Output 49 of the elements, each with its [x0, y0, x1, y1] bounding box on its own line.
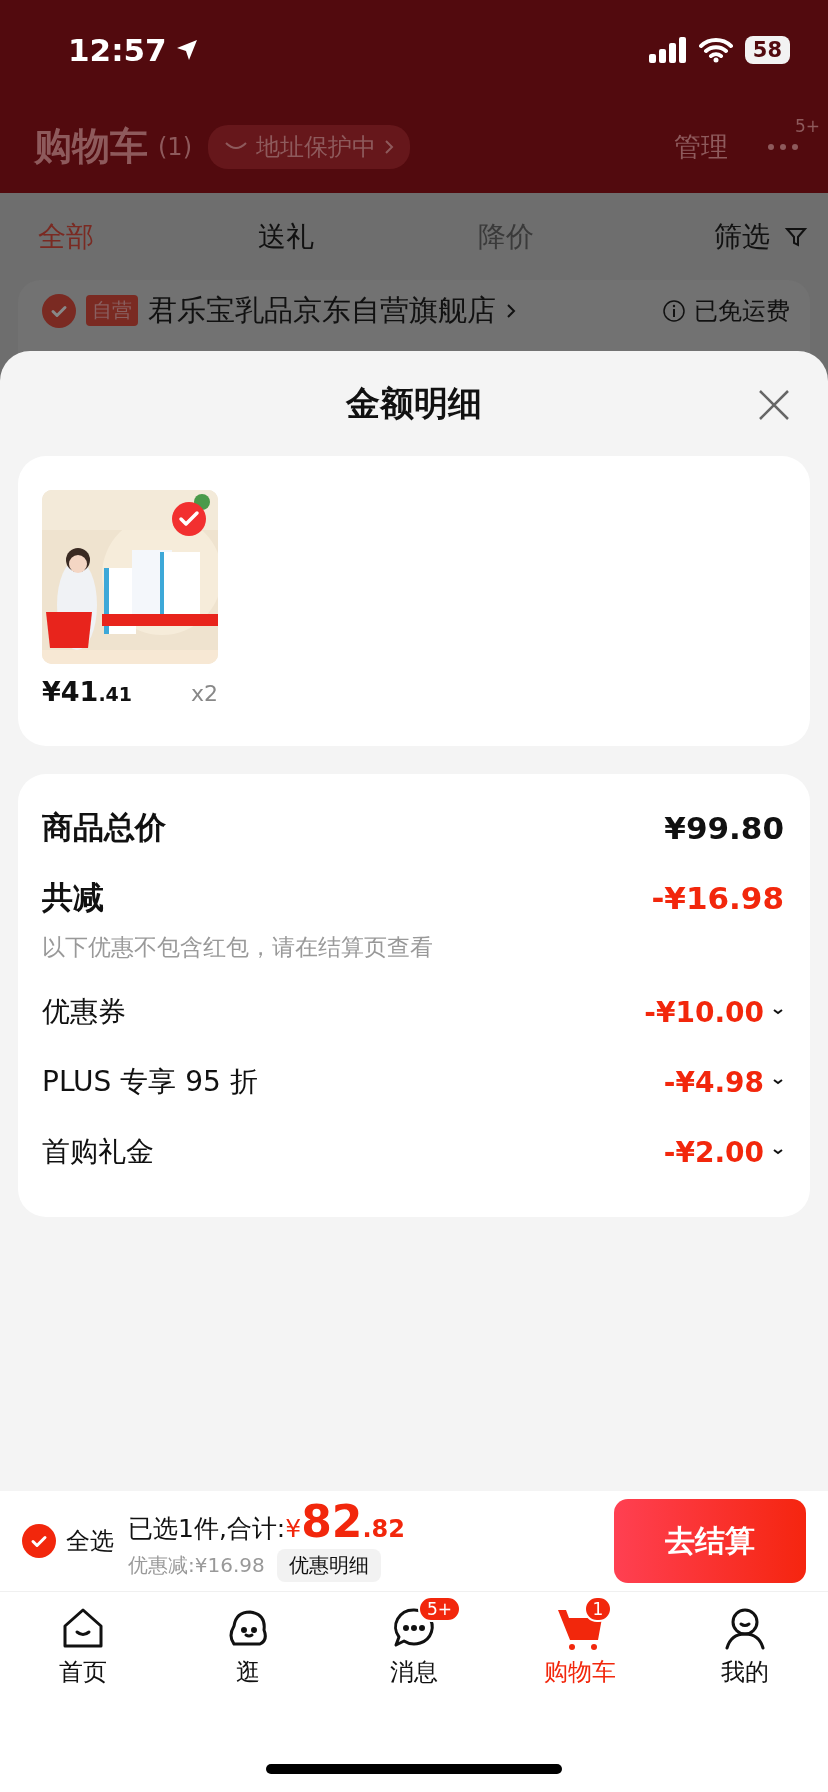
select-all-label: 全选	[66, 1526, 114, 1557]
discount-detail-button[interactable]: 优惠明细	[276, 1549, 381, 1582]
cart-count: (1)	[158, 132, 192, 161]
chevron-right-icon	[506, 302, 516, 319]
discount-note: 以下优惠不包含红包，请在结算页查看	[42, 933, 434, 962]
shipping-info: 已免运费	[662, 294, 790, 327]
sheet-title: 金额明细	[346, 381, 482, 425]
nav-tab[interactable]: 我的	[662, 1592, 828, 1702]
discount-amount[interactable]: -¥10.00	[644, 995, 784, 1029]
status-time: 12:57	[68, 32, 199, 68]
summary-label: 商品总价	[42, 808, 166, 847]
select-all-checkbox[interactable]	[22, 1524, 56, 1558]
notification-badge: 5+	[418, 1596, 462, 1622]
more-count-label: 5+	[794, 115, 820, 136]
wifi-icon	[698, 37, 733, 63]
self-operated-tag: 自营	[86, 295, 138, 326]
discount-total: 优惠减:¥16.98	[128, 1552, 265, 1579]
product-price: ¥41.41	[42, 676, 133, 707]
reduction-amount: -¥16.98	[651, 880, 784, 916]
store-name[interactable]: 君乐宝乳品京东自营旗舰店	[148, 290, 496, 331]
nav-tab[interactable]: 首页	[0, 1592, 166, 1702]
info-icon	[662, 298, 686, 323]
total-price: ¥99.80	[664, 810, 784, 846]
filter-button[interactable]: 筛选	[714, 217, 808, 256]
nav-tab[interactable]: 逛	[165, 1592, 332, 1702]
nav-tab[interactable]: 5+ 消息	[331, 1592, 497, 1702]
manage-link[interactable]: 管理	[674, 128, 728, 165]
discount-label: PLUS 专享 95 折	[42, 1064, 258, 1100]
nav-tab[interactable]: 1 购物车	[496, 1592, 663, 1702]
filter-tab[interactable]: 送礼	[258, 217, 478, 256]
notification-badge: 1	[583, 1596, 613, 1622]
discount-amount[interactable]: -¥2.00	[663, 1135, 784, 1169]
selected-summary: 已选1件,合计:	[128, 1513, 286, 1545]
discount-label: 优惠券	[42, 994, 126, 1030]
chevron-down-icon	[772, 1008, 784, 1016]
discount-amount[interactable]: -¥4.98	[663, 1065, 784, 1099]
chevron-down-icon	[772, 1078, 784, 1086]
summary-label: 共减	[42, 878, 104, 917]
total-amount: ¥82.82	[285, 1500, 405, 1544]
store-checkbox[interactable]	[42, 293, 76, 328]
product-quantity: x2	[190, 681, 218, 706]
discount-label: 首购礼金	[42, 1134, 154, 1170]
battery-level: 58	[744, 36, 790, 64]
checkout-button[interactable]: 去结算	[614, 1499, 806, 1583]
page-title: 购物车	[34, 123, 148, 170]
address-protection-badge[interactable]: 地址保护中	[208, 124, 410, 169]
chevron-down-icon	[772, 1148, 784, 1156]
signal-icon	[648, 37, 687, 63]
chevron-right-icon	[384, 138, 394, 155]
